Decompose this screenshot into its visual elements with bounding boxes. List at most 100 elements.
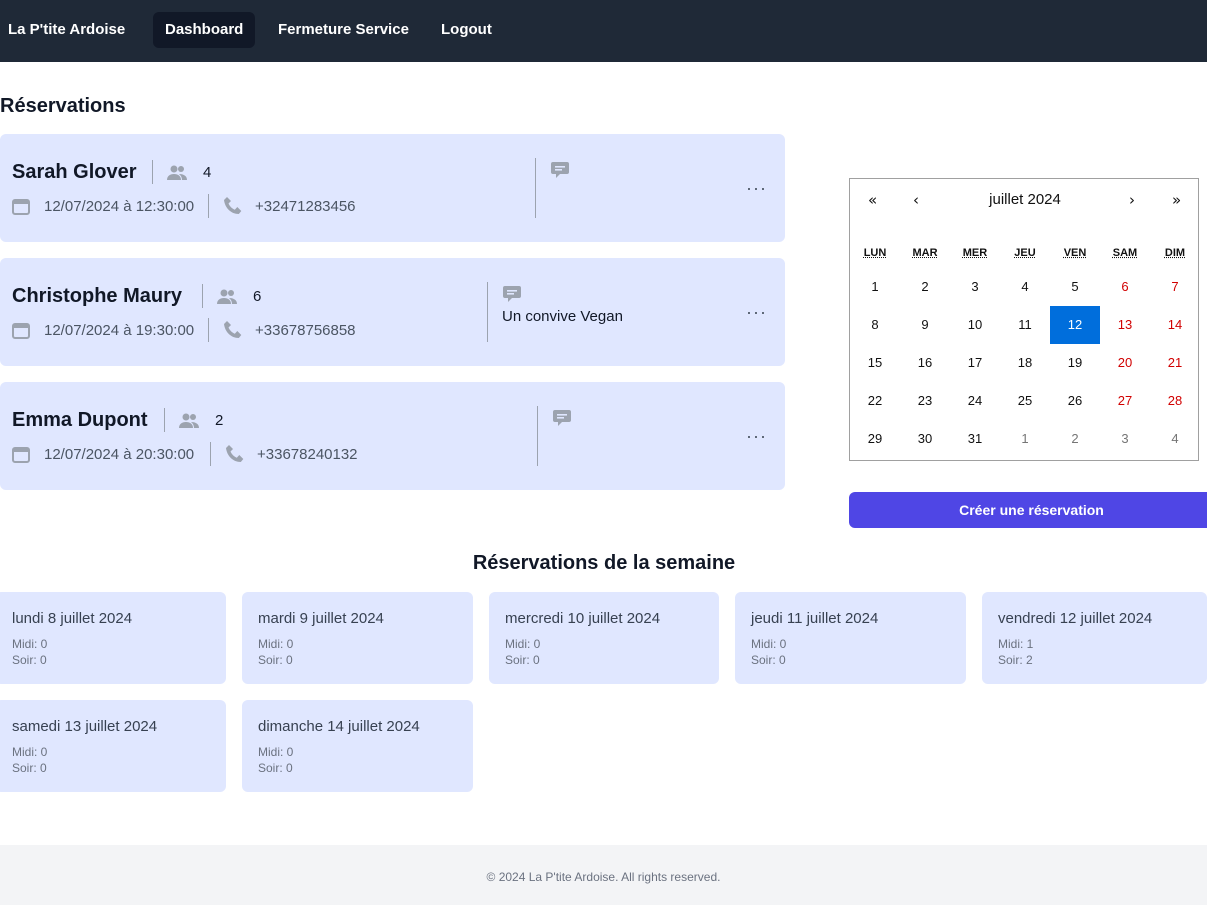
divider bbox=[208, 318, 209, 342]
day-label: jeudi 11 juillet 2024 bbox=[751, 610, 879, 627]
day-label: lundi 8 juillet 2024 bbox=[12, 610, 133, 627]
calendar-day[interactable]: 17 bbox=[950, 344, 1000, 382]
guest-count: 6 bbox=[253, 288, 262, 305]
guest-name: Christophe Maury bbox=[12, 285, 183, 307]
soir-count: Soir: 0 bbox=[505, 653, 540, 667]
phone-number: +33678240132 bbox=[257, 446, 358, 463]
midi-count: Midi: 0 bbox=[12, 637, 48, 651]
reservation-card[interactable]: Christophe Maury 6 12/07/2024 à 19:30:00… bbox=[0, 258, 785, 366]
divider bbox=[164, 408, 165, 432]
create-reservation-button[interactable]: Créer une réservation bbox=[849, 492, 1207, 528]
day-label: samedi 13 juillet 2024 bbox=[12, 718, 158, 735]
reservation-datetime: 12/07/2024 à 12:30:00 bbox=[44, 198, 195, 215]
soir-count: Soir: 0 bbox=[751, 653, 786, 667]
comment-icon bbox=[503, 286, 521, 302]
reservation-datetime: 12/07/2024 à 19:30:00 bbox=[44, 322, 195, 339]
divider bbox=[202, 284, 203, 308]
calendar-day[interactable]: 21 bbox=[1150, 344, 1200, 382]
calendar-day[interactable]: 9 bbox=[900, 306, 950, 344]
calendar-day[interactable]: 4 bbox=[1000, 268, 1050, 306]
midi-count: Midi: 0 bbox=[258, 745, 294, 759]
week-title-text: Réservations de la semaine bbox=[472, 552, 736, 574]
nav-logout[interactable]: Logout bbox=[429, 12, 504, 48]
calendar-day[interactable]: 8 bbox=[850, 306, 900, 344]
reservations-title: Réservations bbox=[0, 95, 126, 117]
calendar-day[interactable]: 25 bbox=[1000, 382, 1050, 420]
divider bbox=[210, 442, 211, 466]
calendar-day[interactable]: 26 bbox=[1050, 382, 1100, 420]
soir-count: Soir: 0 bbox=[12, 761, 47, 775]
reservation-datetime: 12/07/2024 à 20:30:00 bbox=[44, 446, 195, 463]
weekday-header: VEN bbox=[1063, 247, 1087, 259]
weekday-header: DIM bbox=[1164, 247, 1186, 259]
calendar-day[interactable]: 1 bbox=[1000, 420, 1050, 458]
reservation-card[interactable]: Emma Dupont 2 12/07/2024 à 20:30:00 +336… bbox=[0, 382, 785, 490]
calendar-day[interactable]: 27 bbox=[1100, 382, 1150, 420]
calendar-day[interactable]: 30 bbox=[900, 420, 950, 458]
calendar-day[interactable]: 29 bbox=[850, 420, 900, 458]
day-summary-card: lundi 8 juillet 2024 Midi: 0 Soir: 0 bbox=[0, 592, 226, 684]
calendar-day[interactable]: 12 bbox=[1050, 306, 1100, 344]
calendar-day[interactable]: 24 bbox=[950, 382, 1000, 420]
calendar-next-year-button[interactable]: » bbox=[1172, 191, 1181, 209]
nav-dashboard[interactable]: Dashboard bbox=[153, 12, 256, 48]
calendar-day[interactable]: 31 bbox=[950, 420, 1000, 458]
people-icon bbox=[179, 413, 199, 428]
weekday-header: MER bbox=[962, 247, 988, 259]
phone-icon bbox=[224, 197, 242, 214]
calendar-day[interactable]: 3 bbox=[950, 268, 1000, 306]
calendar-day[interactable]: 16 bbox=[900, 344, 950, 382]
calendar-day[interactable]: 2 bbox=[900, 268, 950, 306]
soir-count: Soir: 0 bbox=[258, 761, 293, 775]
more-options-button[interactable]: ··· bbox=[746, 427, 767, 445]
midi-count: Midi: 0 bbox=[12, 745, 48, 759]
guest-count: 4 bbox=[203, 164, 212, 181]
day-summary-card: vendredi 12 juillet 2024 Midi: 1 Soir: 2 bbox=[982, 592, 1207, 684]
calendar-day[interactable]: 14 bbox=[1150, 306, 1200, 344]
calendar-next-month-button[interactable]: › bbox=[1129, 191, 1135, 209]
calendar-day[interactable]: 18 bbox=[1000, 344, 1050, 382]
calendar-day[interactable]: 11 bbox=[1000, 306, 1050, 344]
calendar-day[interactable]: 5 bbox=[1050, 268, 1100, 306]
divider bbox=[208, 194, 209, 218]
soir-count: Soir: 0 bbox=[12, 653, 47, 667]
midi-count: Midi: 0 bbox=[505, 637, 541, 651]
divider bbox=[535, 158, 536, 218]
weekday-header: JEU bbox=[1014, 247, 1036, 259]
more-options-button[interactable]: ··· bbox=[746, 179, 767, 197]
day-summary-card: dimanche 14 juillet 2024 Midi: 0 Soir: 0 bbox=[242, 700, 473, 792]
calendar-day[interactable]: 1 bbox=[850, 268, 900, 306]
calendar-day[interactable]: 6 bbox=[1100, 268, 1150, 306]
top-navbar: La P'tite Ardoise Dashboard Fermeture Se… bbox=[0, 0, 1207, 62]
reservation-comment: Un convive Vegan bbox=[502, 308, 623, 325]
guest-name: Sarah Glover bbox=[12, 161, 137, 183]
calendar-day[interactable]: 13 bbox=[1100, 306, 1150, 344]
guest-name: Emma Dupont bbox=[12, 409, 148, 431]
calendar-month-label[interactable]: juillet 2024 bbox=[850, 191, 1200, 208]
calendar-day[interactable]: 20 bbox=[1100, 344, 1150, 382]
reservation-card[interactable]: Sarah Glover 4 12/07/2024 à 12:30:00 +32… bbox=[0, 134, 785, 242]
day-summary-card: mercredi 10 juillet 2024 Midi: 0 Soir: 0 bbox=[489, 592, 719, 684]
calendar-day[interactable]: 7 bbox=[1150, 268, 1200, 306]
nav-fermeture-service[interactable]: Fermeture Service bbox=[266, 12, 421, 48]
calendar-day[interactable]: 10 bbox=[950, 306, 1000, 344]
calendar-day[interactable]: 23 bbox=[900, 382, 950, 420]
calendar-day[interactable]: 3 bbox=[1100, 420, 1150, 458]
calendar-day[interactable]: 28 bbox=[1150, 382, 1200, 420]
calendar-day[interactable]: 2 bbox=[1050, 420, 1100, 458]
day-label: mardi 9 juillet 2024 bbox=[258, 610, 384, 627]
day-summary-card: samedi 13 juillet 2024 Midi: 0 Soir: 0 bbox=[0, 700, 226, 792]
more-options-button[interactable]: ··· bbox=[746, 303, 767, 321]
phone-number: +33678756858 bbox=[255, 322, 356, 339]
calendar-day[interactable]: 4 bbox=[1150, 420, 1200, 458]
calendar-icon bbox=[12, 447, 30, 463]
brand-logo[interactable]: La P'tite Ardoise bbox=[8, 21, 125, 38]
weekday-header: MAR bbox=[912, 247, 938, 259]
calendar-day[interactable]: 22 bbox=[850, 382, 900, 420]
day-label: dimanche 14 juillet 2024 bbox=[258, 718, 420, 735]
calendar-day[interactable]: 19 bbox=[1050, 344, 1100, 382]
day-label: mercredi 10 juillet 2024 bbox=[505, 610, 661, 627]
comment-icon bbox=[551, 162, 569, 178]
calendar-day[interactable]: 15 bbox=[850, 344, 900, 382]
people-icon bbox=[167, 165, 187, 180]
